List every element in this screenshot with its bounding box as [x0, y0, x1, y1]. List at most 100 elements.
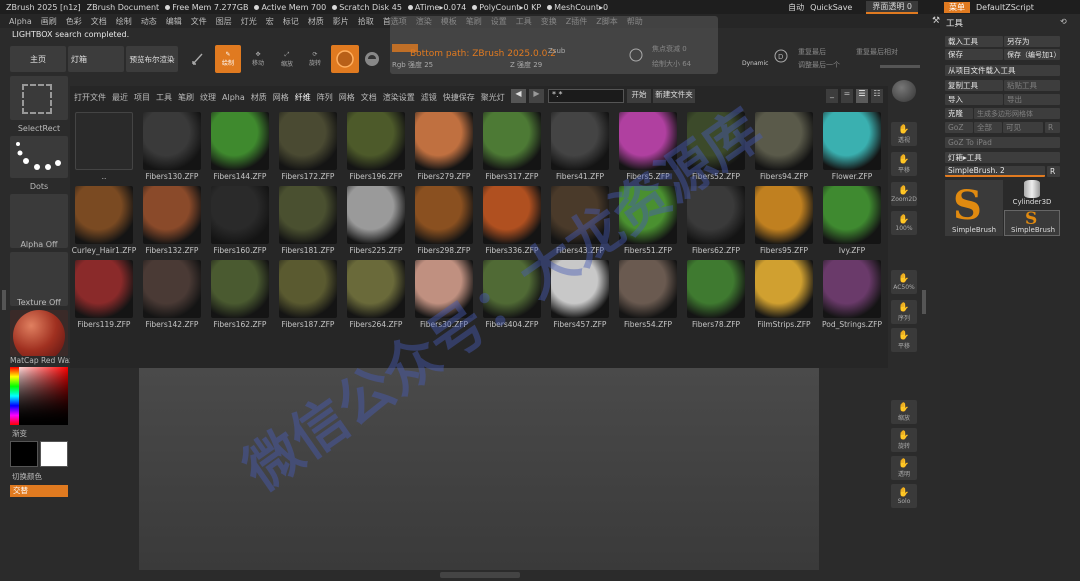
right-toolbar-button[interactable]: ✋ Zoom2D — [891, 182, 917, 206]
lightbox-tab[interactable]: 工具 — [156, 92, 172, 103]
lightbox-item-thumb[interactable] — [143, 112, 201, 170]
menu-item[interactable]: 标记 — [283, 16, 299, 27]
document-canvas[interactable] — [139, 368, 819, 570]
menu-item[interactable]: 文档 — [91, 16, 107, 27]
lightbox-item-thumb[interactable] — [551, 112, 609, 170]
move-button[interactable]: ✥ 移动 — [247, 46, 269, 72]
lightbox-tab[interactable]: 文档 — [361, 92, 377, 103]
lightbox-tab[interactable]: 阵列 — [317, 92, 333, 103]
lightbox-tab[interactable]: 渲染设置 — [383, 92, 415, 103]
save-button[interactable]: 保存 — [945, 49, 1003, 60]
right-toolbar-button[interactable]: ✋ 透视 — [891, 122, 917, 146]
folder-up-icon[interactable] — [75, 112, 133, 170]
stroke-dots-button[interactable] — [10, 136, 68, 178]
lightbox-item-thumb[interactable] — [143, 260, 201, 318]
lightbox-tool-button[interactable]: 灯箱▸工具 — [945, 152, 1060, 163]
right-toolbar-button[interactable]: ✋ Solo — [891, 484, 917, 508]
grid-view-icon[interactable]: ☰ — [856, 89, 868, 103]
lightbox-item-thumb[interactable] — [279, 186, 337, 244]
right-tray-handle[interactable] — [922, 290, 926, 314]
lightbox-item-thumb[interactable] — [823, 112, 881, 170]
lightbox-item-thumb[interactable] — [619, 260, 677, 318]
lightbox-item-thumb[interactable] — [279, 260, 337, 318]
lightbox-item-thumb[interactable] — [415, 186, 473, 244]
lightbox-item-thumb[interactable] — [755, 260, 813, 318]
lightbox-item-thumb[interactable] — [687, 260, 745, 318]
secondary-color-swatch[interactable] — [40, 441, 68, 467]
menu-item[interactable]: 灯光 — [241, 16, 257, 27]
tool-thumb-simplebrush-2[interactable]: S SimpleBrush — [1004, 209, 1060, 236]
right-toolbar-button[interactable]: ✋ 平移 — [891, 152, 917, 176]
lightbox-search-input[interactable]: *.* — [548, 89, 624, 103]
bottom-tray-handle[interactable] — [440, 572, 520, 578]
menu-item[interactable]: 编辑 — [166, 16, 182, 27]
menu-item[interactable]: 绘制 — [116, 16, 132, 27]
right-toolbar-button[interactable]: ✋ AC50% — [891, 270, 917, 294]
menu-item[interactable]: 拾取 — [358, 16, 374, 27]
tool-thumb-cylinder[interactable]: Cylinder3D — [1004, 180, 1060, 208]
lightbox-button[interactable]: 灯箱 — [68, 46, 124, 72]
goz-visible-button[interactable]: 可见 — [1003, 122, 1043, 133]
lightbox-tab[interactable]: 纹理 — [200, 92, 216, 103]
menu-item[interactable]: Alpha — [9, 17, 32, 26]
save-as-button[interactable]: 另存为 — [1004, 36, 1060, 47]
lightbox-item-thumb[interactable] — [687, 112, 745, 170]
draw-button[interactable]: ✎ 绘制 — [215, 45, 241, 73]
menu-item[interactable]: 动态 — [141, 16, 157, 27]
lightbox-tab[interactable]: 最近 — [112, 92, 128, 103]
menu-item[interactable]: 材质 — [308, 16, 324, 27]
menu-item[interactable]: 影片 — [333, 16, 349, 27]
replay-last-rel[interactable]: 重复最后相对 — [856, 47, 898, 57]
menu-item[interactable]: 文件 — [191, 16, 207, 27]
rotate-button[interactable]: ⟳ 旋转 — [304, 46, 326, 72]
lightbox-tab[interactable]: 网格 — [273, 92, 289, 103]
lightbox-tab[interactable]: 网格 — [339, 92, 355, 103]
import-button[interactable]: 导入 — [945, 94, 1003, 105]
export-button[interactable]: 导出 — [1004, 94, 1060, 105]
lightbox-item-thumb[interactable] — [687, 186, 745, 244]
list-view-icon[interactable]: = — [841, 89, 853, 103]
bpr-preview-button[interactable]: 预览布尔渲染 — [126, 46, 178, 72]
lightbox-item-thumb[interactable] — [75, 260, 133, 318]
zadd-icon[interactable] — [361, 46, 383, 72]
current-tool-slider[interactable]: SimpleBrush. 2 — [945, 166, 1045, 177]
lightbox-item-thumb[interactable] — [823, 186, 881, 244]
lightbox-item-thumb[interactable] — [347, 260, 405, 318]
prev-arrow-icon[interactable]: ◀ — [511, 89, 526, 103]
hue-strip[interactable] — [10, 367, 19, 425]
z-intensity[interactable]: Z 强度 29 — [510, 60, 542, 70]
lightbox-tab[interactable]: 项目 — [134, 92, 150, 103]
select-rect-button[interactable] — [10, 76, 68, 120]
copy-tool-button[interactable]: 复制工具 — [945, 80, 1003, 91]
switch-color-label[interactable]: 切换颜色 — [12, 471, 42, 482]
lightbox-tab[interactable]: 材质 — [251, 92, 267, 103]
lightbox-tab[interactable]: 滤镜 — [421, 92, 437, 103]
home-button[interactable]: 主页 — [10, 46, 66, 72]
lightbox-item-thumb[interactable] — [347, 112, 405, 170]
lightbox-item-thumb[interactable] — [823, 260, 881, 318]
make-polymesh-button[interactable]: 生成多边形网格体 — [974, 108, 1060, 119]
minimize-icon[interactable]: _ — [826, 89, 838, 103]
clone-button[interactable]: 克隆 — [945, 108, 973, 119]
left-tray-handle[interactable] — [2, 290, 6, 310]
lightbox-tab[interactable]: 笔刷 — [178, 92, 194, 103]
goz-all-button[interactable]: 全部 — [974, 122, 1002, 133]
lightbox-item-thumb[interactable] — [347, 186, 405, 244]
lightbox-item-thumb[interactable] — [551, 260, 609, 318]
load-from-project-button[interactable]: 从项目文件载入工具 — [945, 65, 1060, 76]
lightbox-item-thumb[interactable] — [619, 112, 677, 170]
right-toolbar-button[interactable]: ✋ 100% — [891, 211, 917, 235]
replay-last[interactable]: 重复最后 — [798, 47, 826, 57]
menu-item[interactable]: 画刷 — [41, 16, 57, 27]
open-button[interactable]: 开始 — [627, 89, 651, 103]
right-toolbar-button[interactable]: ✋ 旋转 — [891, 428, 917, 452]
focal-shift[interactable]: 焦点衰减 0 — [652, 44, 687, 54]
detail-view-icon[interactable]: ☷ — [871, 89, 883, 103]
edit-icon[interactable] — [187, 46, 209, 72]
right-toolbar-button[interactable]: ✋ 序列 — [891, 300, 917, 324]
menu-item[interactable]: 宏 — [266, 16, 274, 27]
quicksave-button[interactable]: QuickSave — [810, 3, 852, 12]
right-toolbar-button[interactable]: ✋ 缩放 — [891, 400, 917, 424]
lightbox-tab[interactable]: 纤维 — [295, 92, 311, 103]
goz-r-button[interactable]: R — [1045, 122, 1060, 133]
